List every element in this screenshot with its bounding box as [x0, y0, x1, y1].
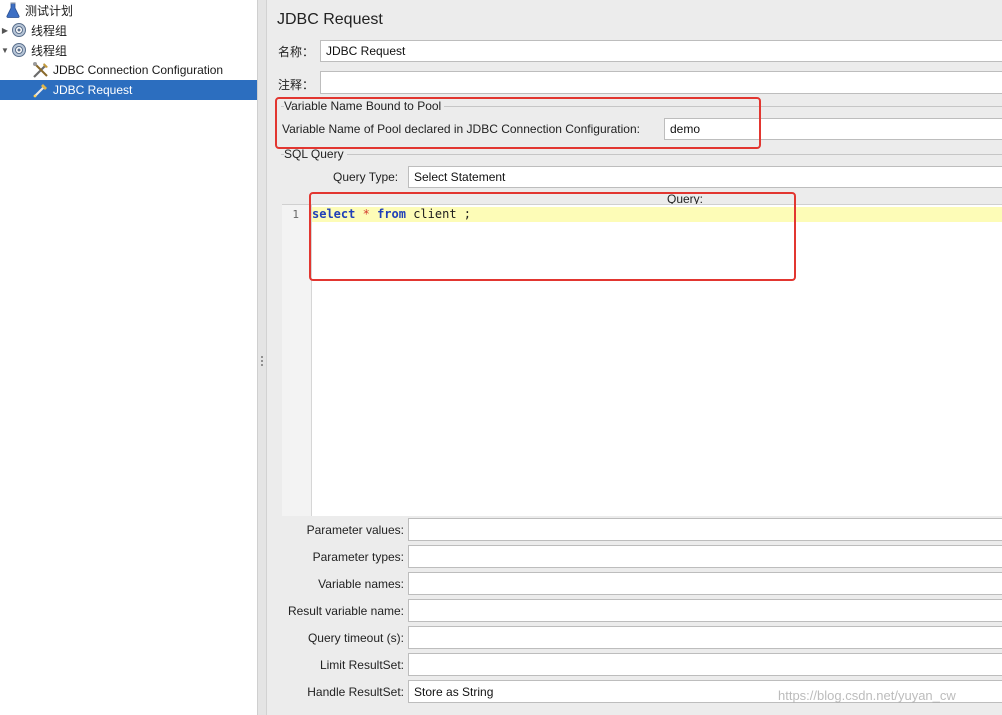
- line-number-gutter: 1: [282, 205, 312, 516]
- tree-item-jdbc-connection-configuration[interactable]: JDBC Connection Configuration: [0, 60, 257, 80]
- tools-icon: [32, 61, 50, 79]
- query-type-value: Select Statement: [414, 170, 506, 184]
- comment-field[interactable]: [320, 71, 1002, 94]
- test-plan-tree[interactable]: 测试计划 ▶ 线程组 ▼ 线程组 JDBC Connection Configu…: [0, 0, 258, 715]
- param-label: Result variable name:: [287, 604, 404, 618]
- pool-name-field[interactable]: [664, 118, 1002, 140]
- code-token-keyword: select: [312, 207, 356, 221]
- query-type-label: Query Type:: [333, 170, 399, 184]
- query-editor[interactable]: 1 select * from client ;: [282, 204, 1002, 516]
- param-field[interactable]: [408, 572, 1002, 595]
- param-field[interactable]: [408, 518, 1002, 541]
- code-token-identifier: client: [413, 207, 457, 221]
- param-field[interactable]: [408, 626, 1002, 649]
- param-field[interactable]: [408, 545, 1002, 568]
- tree-item-label: JDBC Request: [53, 83, 133, 97]
- tree-item-label: JDBC Connection Configuration: [53, 63, 224, 77]
- comment-label: 注释：: [278, 78, 315, 92]
- param-label: Parameter types:: [312, 550, 404, 564]
- expand-arrow-icon[interactable]: ▶: [0, 26, 10, 35]
- code-token-operator: *: [362, 207, 370, 221]
- param-label: Handle ResultSet:: [307, 685, 404, 699]
- code-token-identifier: ;: [456, 207, 472, 221]
- panel-splitter[interactable]: [258, 0, 267, 715]
- tree-item-label: 测试计划: [25, 3, 74, 18]
- splitter-grip-icon: [261, 356, 263, 368]
- param-label: Parameter values:: [306, 523, 404, 537]
- pipette-icon: [32, 81, 50, 99]
- tree-item-jdbc-request[interactable]: JDBC Request: [0, 80, 257, 100]
- pool-group-title: Variable Name Bound to Pool: [284, 99, 445, 113]
- pool-name-label: Variable Name of Pool declared in JDBC C…: [282, 122, 640, 136]
- name-field[interactable]: [320, 40, 1002, 62]
- param-label: Query timeout (s):: [307, 631, 404, 645]
- param-field[interactable]: [408, 599, 1002, 622]
- param-label: Variable names:: [318, 577, 404, 591]
- flask-icon: [4, 1, 22, 19]
- tree-item-thread-group-1[interactable]: ▶ 线程组: [0, 20, 257, 40]
- query-type-select[interactable]: Select Statement: [408, 166, 1002, 188]
- page-title: JDBC Request: [277, 11, 383, 28]
- tree-item-thread-group-2[interactable]: ▼ 线程组: [0, 40, 257, 60]
- name-label: 名称：: [278, 45, 315, 59]
- jdbc-request-panel: JDBC Request 名称： 注释： Variable Name Bound…: [267, 0, 1002, 715]
- line-number: 1: [292, 208, 299, 221]
- sql-group-title: SQL Query: [284, 147, 347, 161]
- gear-icon: [10, 41, 28, 59]
- watermark: https://blog.csdn.net/yuyan_cw: [778, 688, 956, 703]
- code-token-keyword: from: [377, 207, 406, 221]
- tree-item-label: 线程组: [31, 43, 68, 58]
- tree-item-label: 线程组: [31, 23, 68, 38]
- sql-group-border: [281, 154, 1002, 155]
- param-field[interactable]: [408, 653, 1002, 676]
- tree-item-test-plan[interactable]: 测试计划: [0, 0, 257, 20]
- gear-icon: [10, 21, 28, 39]
- collapse-arrow-icon[interactable]: ▼: [0, 46, 10, 55]
- param-label: Limit ResultSet:: [319, 658, 404, 672]
- query-code-line[interactable]: select * from client ;: [312, 207, 1002, 222]
